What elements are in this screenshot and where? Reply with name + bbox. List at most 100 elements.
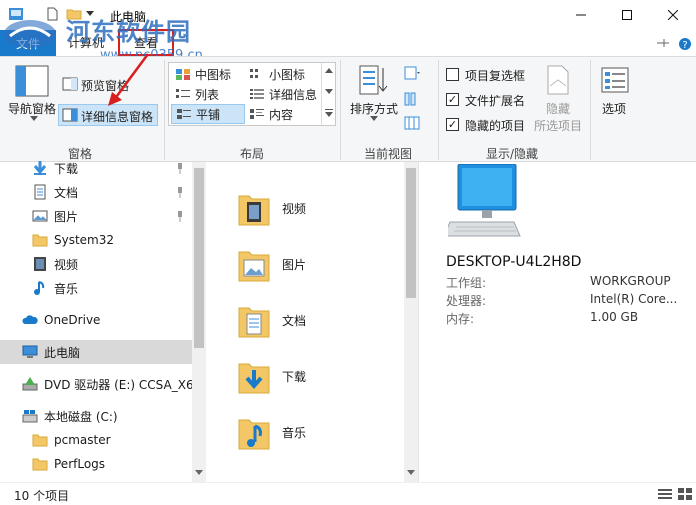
layout-small-icons[interactable]: 小图标: [245, 64, 319, 84]
nav-item-perflogs[interactable]: PerfLogs: [0, 452, 192, 476]
chevron-down-icon[interactable]: [325, 89, 333, 94]
chevron-up-icon[interactable]: [325, 68, 333, 73]
navigation-pane: 下载 文档 图片 System32 视频 音乐 OneDrive 此电脑 DVD…: [0, 161, 192, 482]
folder-label: 图片: [282, 257, 307, 272]
chevron-down-icon[interactable]: [407, 470, 415, 476]
chevron-down-icon[interactable]: [195, 470, 203, 476]
watermark-name: 河东软件园: [66, 17, 191, 46]
sort-by-icon: [359, 65, 388, 95]
folder-pictures[interactable]: 图片: [238, 240, 398, 288]
detail-value: Intel(R) Core...: [590, 292, 678, 306]
content-icon: [250, 109, 264, 119]
folder-videos[interactable]: 视频: [238, 184, 398, 232]
add-columns-icon[interactable]: [404, 92, 420, 106]
computer-name: DESKTOP-U4L2H8D: [446, 254, 582, 270]
layout-details[interactable]: 详细信息: [245, 84, 319, 104]
item-count: 10 个项目: [14, 489, 70, 503]
ribbon-separator: [590, 60, 591, 160]
nav-item-downloads[interactable]: 下载: [0, 156, 192, 180]
small-icons-icon: [250, 69, 258, 78]
file-list-scroll-thumb[interactable]: [406, 168, 416, 298]
nav-item-pcmaster[interactable]: pcmaster: [0, 428, 192, 452]
nav-item-label: System32: [54, 233, 115, 247]
nav-item-label: 图片: [54, 209, 79, 224]
chevron-down-icon[interactable]: [370, 116, 378, 121]
detail-label: 工作组:: [446, 276, 487, 290]
nav-item-label: 下载: [54, 161, 79, 176]
file-extensions-label: 文件扩展名: [465, 94, 526, 108]
show-hide-group-label: 显示/隐藏: [486, 147, 539, 161]
details-icon: [250, 89, 264, 99]
maximize-button[interactable]: [604, 0, 650, 30]
navigation-pane-icon: [15, 65, 49, 97]
details-pane-label: 详细信息窗格: [81, 110, 154, 124]
folder-label: 下载: [282, 369, 307, 384]
hide-selected-label: 所选项目: [534, 119, 583, 133]
nav-pane-scroll-thumb[interactable]: [194, 168, 204, 348]
nav-item-onedrive[interactable]: OneDrive: [0, 308, 192, 332]
nav-item-local-disk[interactable]: 本地磁盘 (C:): [0, 404, 192, 428]
nav-item-videos[interactable]: 视频: [0, 252, 192, 276]
file-extensions-checkbox[interactable]: ✓: [446, 93, 459, 106]
nav-item-this-pc[interactable]: 此电脑: [0, 340, 192, 364]
layout-tiles[interactable]: 平铺: [171, 104, 245, 124]
details-pane-icon: [62, 108, 78, 122]
layout-content[interactable]: 内容: [245, 104, 319, 124]
pin-icon[interactable]: [176, 210, 184, 222]
hidden-items-checkbox[interactable]: ✓: [446, 118, 459, 131]
folder-label: 视频: [282, 201, 307, 216]
list-icon: [176, 89, 190, 98]
layout-gallery-scroll[interactable]: [321, 63, 335, 125]
folder-music[interactable]: 音乐: [238, 408, 398, 456]
close-button[interactable]: [650, 0, 696, 30]
nav-item-pictures[interactable]: 图片: [0, 204, 192, 228]
pin-icon[interactable]: [176, 162, 184, 174]
sort-by-button[interactable]: 排序方式: [350, 100, 398, 117]
nav-item-documents[interactable]: 文档: [0, 180, 192, 204]
video-icon: [34, 257, 46, 271]
nav-item-dvd-drive[interactable]: DVD 驱动器 (E:) CCSA_X64: [0, 372, 192, 396]
group-by-icon[interactable]: [404, 66, 420, 80]
nav-item-label: 视频: [54, 257, 79, 272]
nav-item-label: OneDrive: [44, 313, 101, 327]
nav-item-system32[interactable]: System32: [0, 228, 192, 252]
document-folder-icon: [238, 307, 270, 338]
tiles-icon: [177, 109, 191, 119]
chevron-down-icon[interactable]: [30, 116, 38, 121]
preview-pane-icon: [62, 77, 78, 91]
nav-item-label: pcmaster: [54, 433, 111, 447]
layout-item-label: 中图标: [195, 67, 232, 82]
folder-downloads[interactable]: 下载: [238, 352, 398, 400]
details-view-icon[interactable]: [658, 488, 672, 500]
layout-item-label: 小图标: [269, 67, 306, 82]
large-icons-view-icon[interactable]: [678, 488, 692, 500]
folder-icon: [32, 234, 48, 247]
minimize-icon: [576, 14, 586, 16]
watermark-logo: [4, 20, 56, 48]
nav-item-label: 文档: [54, 185, 79, 200]
hide-selected-button[interactable]: 隐藏: [546, 100, 570, 117]
expand-icon[interactable]: [325, 109, 333, 117]
item-checkboxes-label: 项目复选框: [465, 69, 526, 83]
pin-icon[interactable]: [176, 186, 184, 198]
help-icon[interactable]: ?: [678, 37, 692, 51]
download-icon: [33, 161, 47, 175]
disk-icon: [22, 410, 38, 423]
layout-group-label: 布局: [240, 147, 265, 161]
pin-ribbon-icon[interactable]: [656, 37, 670, 49]
item-checkboxes-checkbox[interactable]: [446, 68, 459, 81]
download-folder-icon: [238, 363, 270, 394]
folder-documents[interactable]: 文档: [238, 296, 398, 344]
nav-item-music[interactable]: 音乐: [0, 276, 192, 300]
status-bar: [0, 482, 696, 505]
layout-list[interactable]: 列表: [171, 84, 245, 104]
size-columns-icon[interactable]: [404, 116, 420, 130]
music-folder-icon: [238, 419, 270, 450]
minimize-button[interactable]: [558, 0, 604, 30]
document-icon: [34, 184, 46, 200]
maximize-icon: [622, 10, 632, 20]
options-button[interactable]: 选项: [602, 100, 626, 117]
layout-medium-icons[interactable]: 中图标: [171, 64, 245, 84]
navigation-pane-button[interactable]: 导航窗格: [8, 100, 56, 117]
video-folder-icon: [238, 195, 270, 226]
